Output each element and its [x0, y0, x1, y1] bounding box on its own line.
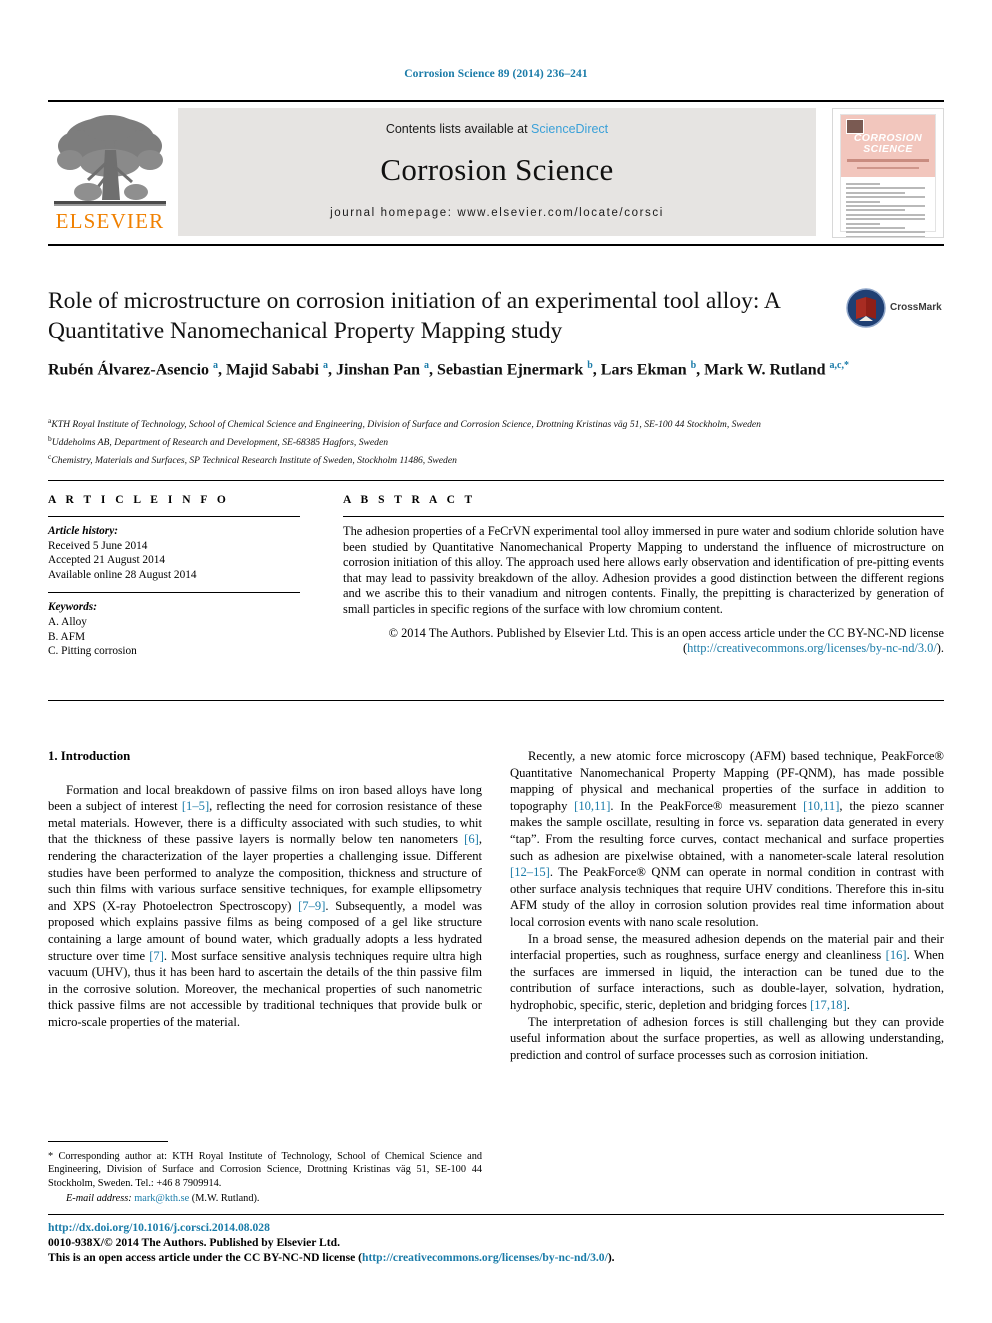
- author-list: Rubén Álvarez-Asencio a, Majid Sababi a,…: [48, 360, 849, 379]
- keywords-block: Keywords: A. Alloy B. AFM C. Pitting corro…: [48, 600, 300, 658]
- crossmark-label: CrossMark: [890, 302, 942, 313]
- citation-ref[interactable]: [7]: [149, 949, 164, 963]
- footnote-rule: [48, 1141, 168, 1142]
- email-label: E-mail address:: [66, 1193, 132, 1205]
- abstract-divider: [343, 516, 944, 517]
- keyword-item: B. AFM: [48, 630, 86, 643]
- affiliation-item: cChemistry, Materials and Surfaces, SP T…: [48, 451, 457, 466]
- citation-ref[interactable]: [10,11]: [803, 799, 839, 813]
- cover-toc-lines: [846, 183, 930, 237]
- elsevier-wordmark: ELSEVIER: [55, 209, 165, 233]
- footnote-text: * Corresponding author at: KTH Royal Ins…: [48, 1151, 482, 1189]
- paragraph-intro-right-1: Recently, a new atomic force microscopy …: [510, 749, 944, 929]
- journal-masthead: ELSEVIER Contents lists available at Sci…: [48, 100, 944, 242]
- paragraph-intro-right-3: The interpretation of adhesion forces is…: [510, 1014, 944, 1062]
- elsevier-tree-icon: [54, 115, 166, 206]
- footer-top-rule: [48, 1214, 944, 1215]
- info-divider-1: [48, 516, 300, 517]
- masthead-bottom-rule: [48, 244, 944, 246]
- corresponding-author-footnote: * Corresponding author at: KTH Royal Ins…: [48, 1141, 482, 1206]
- cover-subtitle-bar-2: [857, 167, 919, 169]
- title-block: Role of microstructure on corrosion init…: [48, 286, 844, 346]
- cover-subtitle-bar: [847, 159, 929, 162]
- affiliation-item: aKTH Royal Institute of Technology, Scho…: [48, 416, 761, 431]
- running-head: Corrosion Science 89 (2014) 236–241: [404, 68, 588, 80]
- license-line: This is an open access article under the…: [48, 1250, 944, 1265]
- contents-prefix: Contents lists available at: [385, 122, 532, 136]
- footnote-email-line: E-mail address: mark@kth.se (M.W. Rutlan…: [48, 1192, 482, 1205]
- keyword-item: C. Pitting corrosion: [48, 645, 137, 658]
- history-items: Received 5 June 2014 Accepted 21 August 2…: [48, 539, 300, 583]
- article-info-column: A R T I C L E I N F O Article history: R…: [48, 494, 300, 659]
- article-info-heading: A R T I C L E I N F O: [48, 494, 230, 506]
- citation-ref[interactable]: [10,11]: [574, 799, 610, 813]
- abstract-heading: A B S T R A C T: [343, 494, 476, 506]
- journal-homepage[interactable]: journal homepage: www.elsevier.com/locat…: [178, 207, 816, 219]
- paper-page: Corrosion Science 89 (2014) 236–241 ELSE…: [0, 0, 992, 1323]
- journal-title: Corrosion Science: [380, 152, 614, 187]
- page-title: Role of microstructure on corrosion init…: [48, 288, 780, 344]
- citation-ref[interactable]: [12–15]: [510, 865, 550, 879]
- affiliation-list: aKTH Royal Institute of Technology, Scho…: [48, 414, 944, 467]
- paragraph-intro-left: Formation and local breakdown of passive…: [48, 782, 482, 1029]
- issn-line: 0010-938X/© 2014 The Authors. Published …: [48, 1236, 341, 1249]
- sciencedirect-link[interactable]: ScienceDirect: [531, 122, 608, 136]
- citation-ref[interactable]: [6]: [464, 832, 479, 846]
- info-top-rule: [48, 480, 944, 481]
- citation-ref[interactable]: [17,18]: [810, 998, 847, 1012]
- license-link[interactable]: http://creativecommons.org/licenses/by-n…: [362, 1251, 608, 1264]
- keyword-items: A. Alloy B. AFM C. Pitting corrosion: [48, 615, 300, 659]
- keywords-label: Keywords:: [48, 601, 97, 614]
- license-suffix: ).: [607, 1251, 615, 1264]
- cover-inner: CORROSION SCIENCE: [840, 114, 936, 237]
- copyright-suffix: ).: [936, 641, 944, 656]
- masthead-center: Contents lists available at ScienceDirec…: [178, 108, 816, 236]
- email-owner: (M.W. Rutland).: [191, 1193, 260, 1205]
- article-history: Article history: Received 5 June 2014 Acc…: [48, 524, 300, 582]
- history-item: Received 5 June 2014: [48, 539, 148, 552]
- abstract-text: The adhesion properties of a FeCrVN expe…: [343, 524, 944, 616]
- elsevier-logo: ELSEVIER: [48, 108, 172, 236]
- citation-ref[interactable]: [1–5]: [182, 799, 209, 813]
- keyword-item: A. Alloy: [48, 615, 87, 628]
- license-prefix: This is an open access article under the…: [48, 1251, 362, 1264]
- citation-ref[interactable]: [16]: [886, 948, 907, 962]
- cc-license-link[interactable]: http://creativecommons.org/licenses/by-n…: [687, 641, 937, 655]
- cover-title: CORROSION SCIENCE: [841, 133, 935, 155]
- abstract-bottom-rule: [48, 700, 944, 701]
- article-history-label: Article history:: [48, 525, 118, 537]
- abstract-copyright: © 2014 The Authors. Published by Elsevie…: [343, 626, 944, 657]
- doi-link[interactable]: http://dx.doi.org/10.1016/j.corsci.2014.…: [48, 1220, 944, 1235]
- info-divider-2: [48, 592, 300, 594]
- cover-title-line2: SCIENCE: [863, 143, 913, 155]
- email-link[interactable]: mark@kth.se: [134, 1193, 189, 1204]
- affiliation-item: bUddeholms AB, Department of Research an…: [48, 433, 389, 448]
- crossmark-badge[interactable]: CrossMark: [846, 288, 946, 332]
- page-footer: http://dx.doi.org/10.1016/j.corsci.2014.…: [48, 1220, 944, 1265]
- body-column-right: Recently, a new atomic force microscopy …: [510, 748, 944, 1063]
- section-heading-introduction: 1. Introduction: [48, 749, 131, 763]
- history-item: Accepted 21 August 2014: [48, 554, 166, 567]
- citation-ref[interactable]: [7–9]: [298, 899, 325, 913]
- history-item: Available online 28 August 2014: [48, 568, 197, 581]
- journal-cover-thumbnail[interactable]: CORROSION SCIENCE: [832, 108, 944, 238]
- crossmark-icon: [846, 288, 886, 328]
- contents-list-line: Contents lists available at ScienceDirec…: [178, 122, 816, 136]
- paragraph-intro-right-2: In a broad sense, the measured adhesion …: [510, 931, 945, 1012]
- body-column-left: 1. Introduction Formation and local brea…: [48, 748, 482, 1031]
- abstract-column: A B S T R A C T The adhesion properties …: [343, 494, 944, 657]
